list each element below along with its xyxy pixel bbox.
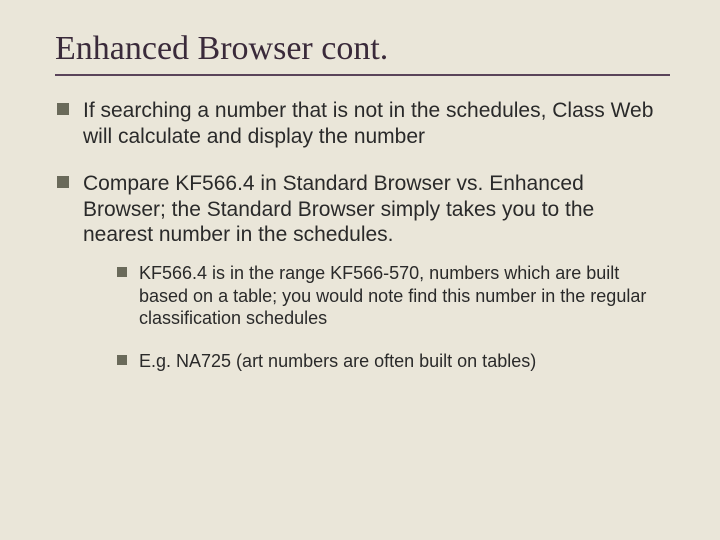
list-item: If searching a number that is not in the… <box>55 98 670 149</box>
sub-bullet-list: KF566.4 is in the range KF566-570, numbe… <box>115 262 670 372</box>
slide-title: Enhanced Browser cont. <box>55 30 670 68</box>
title-rule <box>55 74 670 76</box>
bullet-text: Compare KF566.4 in Standard Browser vs. … <box>83 172 594 246</box>
bullet-list: If searching a number that is not in the… <box>55 98 670 372</box>
list-item: Compare KF566.4 in Standard Browser vs. … <box>55 171 670 372</box>
bullet-text: KF566.4 is in the range KF566-570, numbe… <box>139 263 646 328</box>
list-item: E.g. NA725 (art numbers are often built … <box>115 350 670 373</box>
list-item: KF566.4 is in the range KF566-570, numbe… <box>115 262 670 330</box>
bullet-text: E.g. NA725 (art numbers are often built … <box>139 351 536 371</box>
bullet-text: If searching a number that is not in the… <box>83 99 653 148</box>
slide: Enhanced Browser cont. If searching a nu… <box>0 0 720 540</box>
